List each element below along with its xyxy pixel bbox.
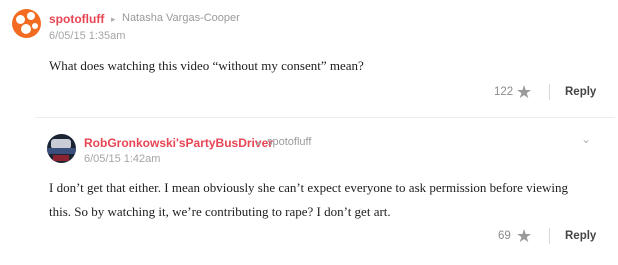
avatar[interactable] <box>12 9 41 38</box>
reply-button[interactable]: Reply <box>565 230 596 242</box>
divider <box>549 228 550 244</box>
reply-arrow-icon: ▸ <box>111 14 116 24</box>
star-count: 69 <box>498 230 511 242</box>
divider <box>549 84 550 100</box>
star-icon[interactable]: ★ <box>516 83 532 101</box>
reply-arrow-icon: ▸ <box>257 138 262 148</box>
reply-to-author[interactable]: Natasha Vargas-Cooper <box>122 12 240 24</box>
comment-body: What does watching this video “without m… <box>49 58 364 73</box>
reply-to-author[interactable]: spotofluff <box>267 136 311 148</box>
star-count: 122 <box>494 86 514 98</box>
comment-timestamp[interactable]: 6/05/15 1:42am <box>84 153 160 165</box>
reply-button[interactable]: Reply <box>565 86 596 98</box>
chevron-down-icon[interactable]: ⌄ <box>581 132 591 146</box>
comment-author[interactable]: RobGronkowski'sPartyBusDriver <box>84 136 273 150</box>
comment-author[interactable]: spotofluff <box>49 12 104 26</box>
comment-timestamp[interactable]: 6/05/15 1:35am <box>49 30 125 42</box>
comment-separator <box>35 117 615 118</box>
comment-body-line: this. So by watching it, we’re contribut… <box>49 204 391 219</box>
star-icon[interactable]: ★ <box>516 227 532 245</box>
comment-body: I don’t get that either. I mean obviousl… <box>49 176 609 224</box>
comment-body-line: I don’t get that either. I mean obviousl… <box>49 180 569 195</box>
avatar[interactable] <box>47 134 76 163</box>
